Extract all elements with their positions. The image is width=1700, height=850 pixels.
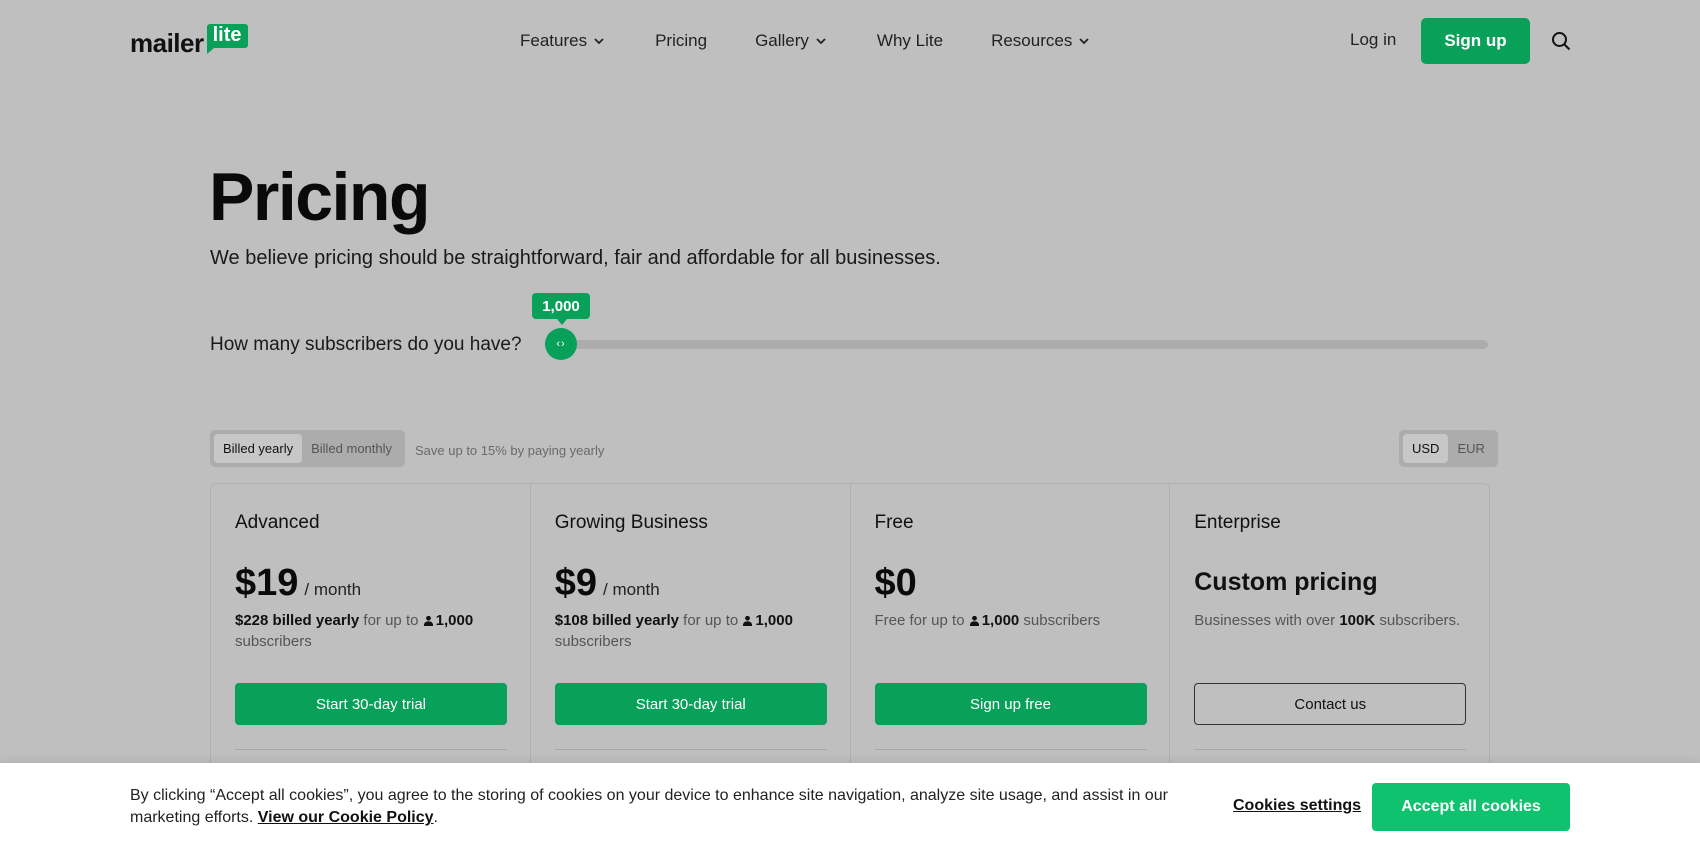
nav-item-label: Pricing	[655, 31, 708, 50]
accept-cookies-button[interactable]: Accept all cookies	[1372, 783, 1570, 831]
plan-price: $0	[875, 562, 917, 605]
chevron-down-icon	[1079, 38, 1089, 45]
search-icon[interactable]	[1550, 30, 1572, 52]
price-amount: $0	[874, 562, 917, 604]
chevron-down-icon	[594, 38, 604, 45]
plan-description: Businesses with over 100K subscribers.	[1194, 610, 1466, 631]
cookie-text-end: .	[433, 809, 438, 826]
subscriber-count: 1,000	[435, 612, 474, 629]
chevron-down-icon	[816, 38, 826, 45]
price-period: / month	[603, 580, 660, 599]
nav-item-pricing[interactable]: Pricing	[655, 28, 707, 54]
pricing-plans: Advanced $19 / month $228 billed yearly …	[210, 483, 1490, 783]
plan-price: $9 / month	[555, 562, 660, 605]
person-icon	[743, 615, 753, 626]
usd-option[interactable]: USD	[1403, 434, 1449, 463]
plan-card-growing-business: Growing Business $9 / month $108 billed …	[531, 484, 851, 783]
start-trial-button[interactable]: Start 30-day trial	[554, 683, 827, 725]
mailerlite-logo[interactable]: mailer lite	[130, 20, 248, 56]
billing-toggle: Billed yearly Billed monthly	[210, 430, 406, 467]
eur-option[interactable]: EUR	[1448, 434, 1493, 463]
main-nav: Features Pricing Gallery Why Lite Resour…	[520, 28, 1140, 54]
plan-description: $108 billed yearly for up to 1,000 subsc…	[555, 610, 827, 652]
nav-item-features[interactable]: Features	[520, 28, 607, 54]
person-icon	[969, 615, 979, 626]
price-amount: $9	[554, 562, 598, 604]
desc-text: subscribers	[235, 633, 312, 650]
divider	[554, 749, 827, 750]
plan-card-free: Free $0 Free for up to 1,000 subscribers…	[851, 484, 1171, 783]
desc-text: subscribers.	[1375, 612, 1461, 629]
subscribers-slider-track[interactable]	[560, 340, 1488, 349]
nav-item-resources[interactable]: Resources	[991, 28, 1092, 54]
cookie-settings-button[interactable]: Cookies settings	[1233, 797, 1361, 815]
subscriber-count: 1,000	[981, 612, 1020, 629]
subscribers-slider-label: How many subscribers do you have?	[210, 334, 522, 355]
plan-name: Growing Business	[554, 512, 708, 533]
plan-card-advanced: Advanced $19 / month $228 billed yearly …	[211, 484, 531, 783]
desc-text: subscribers	[1019, 612, 1101, 629]
slider-thumb[interactable]: ‹›	[545, 328, 577, 360]
desc-text: Businesses with over	[1194, 612, 1340, 629]
divider	[874, 749, 1147, 750]
plan-name: Enterprise	[1194, 512, 1281, 533]
divider	[1194, 749, 1467, 750]
site-header: mailer lite Features Pricing Gallery Why…	[0, 0, 1700, 82]
nav-item-why-lite[interactable]: Why Lite	[877, 28, 943, 54]
price-amount: $19	[235, 562, 299, 604]
billed-yearly-option[interactable]: Billed yearly	[214, 434, 303, 463]
logo-badge: lite	[206, 24, 248, 54]
page-title: Pricing	[209, 159, 431, 235]
nav-item-label: Gallery	[755, 31, 809, 50]
plan-price: $19 / month	[235, 562, 361, 605]
plan-card-enterprise: Enterprise Custom pricing Businesses wit…	[1170, 484, 1489, 783]
divider	[235, 749, 507, 750]
billed-amount: $228 billed yearly	[235, 612, 360, 629]
page-subtitle: We believe pricing should be straightfor…	[210, 247, 941, 269]
plan-description: $228 billed yearly for up to 1,000 subsc…	[235, 610, 507, 652]
desc-text: subscribers	[554, 633, 632, 650]
start-trial-button[interactable]: Start 30-day trial	[235, 683, 507, 725]
nav-item-label: Why Lite	[876, 31, 944, 50]
plan-name: Advanced	[235, 512, 320, 533]
cookie-banner: By clicking “Accept all cookies”, you ag…	[0, 763, 1700, 850]
desc-text: for up to	[679, 612, 743, 629]
login-link[interactable]: Log in	[1350, 30, 1396, 50]
billed-amount: $108 billed yearly	[554, 612, 679, 629]
subscriber-count: 1,000	[755, 612, 793, 629]
desc-text: for up to	[359, 612, 423, 629]
plan-description: Free for up to 1,000 subscribers	[875, 610, 1147, 631]
billed-monthly-option[interactable]: Billed monthly	[302, 434, 401, 463]
cookie-policy-link[interactable]: View our Cookie Policy	[258, 809, 434, 826]
logo-word: mailer	[130, 28, 204, 58]
custom-pricing: Custom pricing	[1194, 568, 1378, 596]
cookie-notice: By clicking “Accept all cookies”, you ag…	[130, 785, 1180, 829]
price-period: / month	[304, 580, 362, 599]
sign-up-free-button[interactable]: Sign up free	[874, 683, 1147, 725]
contact-us-button[interactable]: Contact us	[1194, 683, 1467, 725]
plan-name: Free	[874, 512, 914, 533]
nav-item-label: Features	[520, 31, 588, 50]
subscriber-threshold: 100K	[1339, 612, 1376, 629]
yearly-savings-note: Save up to 15% by paying yearly	[415, 443, 605, 458]
slider-value-tooltip: 1,000	[532, 293, 590, 325]
signup-button[interactable]: Sign up	[1421, 18, 1530, 64]
person-icon	[423, 615, 433, 626]
desc-text: Free for up to	[874, 612, 969, 629]
nav-item-label: Resources	[991, 31, 1073, 50]
currency-toggle: USD EUR	[1399, 430, 1498, 467]
nav-item-gallery[interactable]: Gallery	[755, 28, 829, 54]
